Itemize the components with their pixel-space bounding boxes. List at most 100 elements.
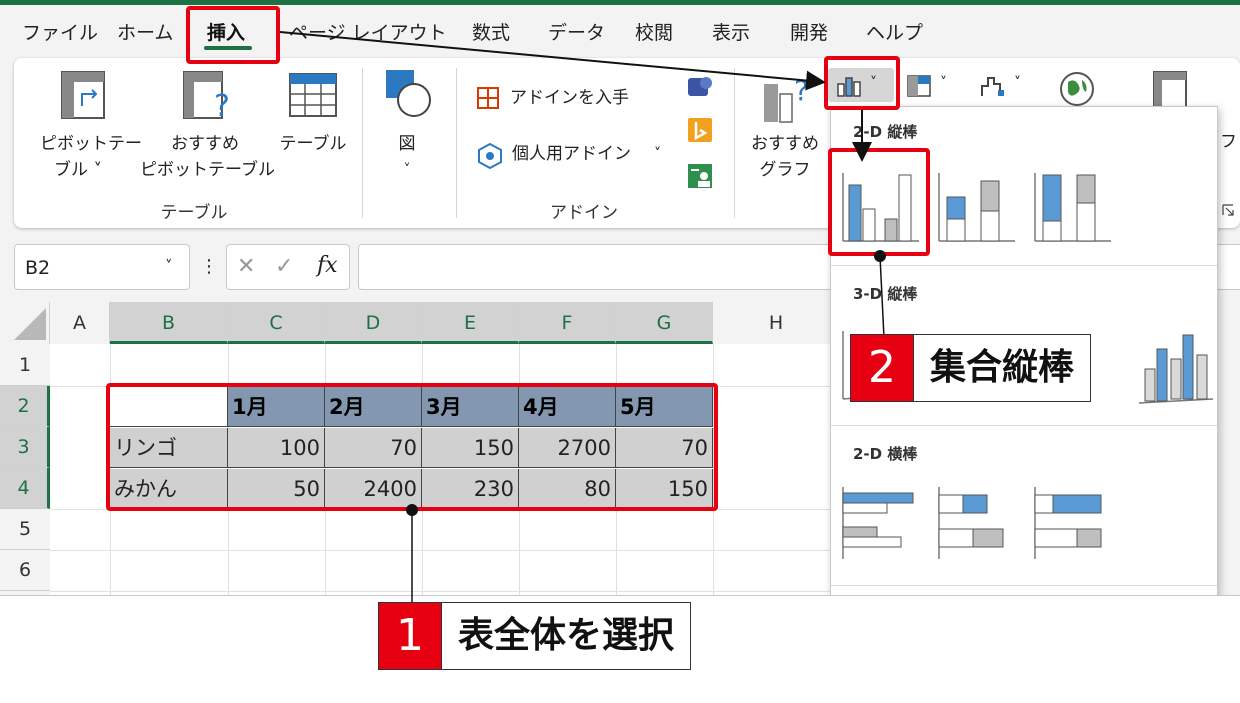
table-cell[interactable]: 150 [616, 469, 713, 509]
chevron-down-icon: ˅ [1014, 75, 1021, 91]
more-options-icon[interactable]: ⋮ [200, 256, 218, 277]
tab-view[interactable]: 表示 [712, 18, 750, 45]
table-cell-b2[interactable] [110, 387, 228, 427]
my-addins-button[interactable]: 個人用アドイン ˅ [476, 138, 676, 172]
table-row-label[interactable]: リンゴ [110, 428, 228, 468]
chevron-down-icon[interactable]: ˅ [165, 257, 173, 275]
column-header-h[interactable]: H [713, 302, 840, 344]
dropdown-divider [831, 425, 1217, 426]
bing-icon[interactable] [686, 116, 714, 144]
name-box-value: B2 [25, 257, 51, 279]
shapes-icon [386, 70, 431, 117]
column-header-f[interactable]: F [519, 302, 616, 344]
tab-formulas[interactable]: 数式 [472, 18, 510, 45]
group-label-tables: テーブル [160, 203, 228, 223]
table-row-label[interactable]: みかん [110, 469, 228, 509]
cancel-icon[interactable]: ✕ [237, 254, 255, 279]
ribbon-partial-label: フ [1220, 132, 1237, 152]
recommended-pivot-label-1: おすすめ [171, 134, 239, 154]
3d-column-option[interactable] [1137, 329, 1215, 405]
store-icon [477, 87, 499, 109]
table-button[interactable]: テーブル [276, 66, 350, 186]
dialog-launcher-icon[interactable] [1222, 204, 1234, 216]
illustrations-label: 図 [398, 134, 416, 154]
table-header-cell[interactable]: 1月 [228, 387, 325, 427]
dropdown-divider [831, 265, 1217, 266]
tab-developer[interactable]: 開発 [790, 18, 828, 45]
column-header-e[interactable]: E [422, 302, 519, 344]
stacked-bar-option[interactable] [937, 485, 1017, 561]
waterfall-chart-icon [981, 77, 1004, 96]
addins-hex-icon [478, 142, 502, 170]
pivot-table-button[interactable]: ピボットテー ブル ˅ [24, 66, 142, 186]
clustered-bar-option[interactable] [841, 485, 921, 561]
table-cell[interactable]: 70 [616, 428, 713, 468]
table-cell[interactable]: 2400 [325, 469, 422, 509]
table-cell[interactable]: 70 [325, 428, 422, 468]
pivot-table-label-1: ピボットテー [40, 134, 142, 154]
insert-waterfall-chart-button[interactable]: ˅ [974, 68, 1036, 102]
recommended-charts-button[interactable]: ? おすすめ グラフ [744, 66, 826, 186]
table-cell[interactable]: 100 [228, 428, 325, 468]
table-header-cell[interactable]: 4月 [519, 387, 616, 427]
column-chart-icon [837, 77, 861, 97]
column-header-d[interactable]: D [325, 302, 422, 344]
stacked-column-option[interactable] [937, 163, 1017, 243]
tab-file[interactable]: ファイル [22, 18, 98, 45]
excel-window: ファイル ホーム 挿入 ページ レイアウト 数式 データ 校閲 表示 開発 ヘル… [0, 0, 1240, 596]
row-header-4[interactable]: 4 [0, 468, 50, 509]
tab-insert[interactable]: 挿入 [207, 18, 245, 45]
people-graph-icon[interactable] [686, 162, 714, 190]
table-cell[interactable]: 150 [422, 428, 519, 468]
pivot-table-label-2: ブル ˅ [54, 160, 102, 180]
enter-icon[interactable]: ✓ [275, 254, 293, 279]
column-header-a[interactable]: A [50, 302, 110, 344]
select-all-corner[interactable] [0, 302, 50, 344]
recommended-pivot-icon: ? [183, 71, 230, 122]
step1-text: 表全体を選択 [441, 603, 690, 669]
tab-page-layout[interactable]: ページ レイアウト [289, 18, 447, 45]
my-addins-label: 個人用アドイン [512, 144, 631, 164]
percent-stacked-column-option[interactable] [1033, 163, 1113, 243]
tab-review[interactable]: 校閲 [635, 18, 673, 45]
tab-home[interactable]: ホーム [117, 18, 173, 45]
row-header-6[interactable]: 6 [0, 550, 50, 591]
percent-stacked-bar-option[interactable] [1033, 485, 1113, 561]
table-cell[interactable]: 50 [228, 469, 325, 509]
name-box[interactable]: B2 ˅ [14, 244, 190, 290]
clustered-column-option[interactable] [841, 163, 921, 243]
maps-globe-icon[interactable] [1058, 70, 1096, 108]
row-header-2[interactable]: 2 [0, 386, 50, 427]
section-heading-2d-bar: 2-D 横棒 [853, 445, 918, 463]
recommended-pivot-button[interactable]: ? おすすめ ピボットテーブル [140, 66, 275, 186]
table-header-cell[interactable]: 5月 [616, 387, 713, 427]
table-cell[interactable]: 230 [422, 469, 519, 509]
chevron-down-icon: ˅ [870, 75, 877, 91]
insert-function-icon[interactable]: fx [317, 253, 338, 278]
insert-hierarchy-chart-button[interactable]: ˅ [900, 68, 962, 102]
visio-icon[interactable] [686, 74, 714, 100]
column-header-b[interactable]: B [110, 302, 228, 344]
recommended-pivot-label-2: ピボットテーブル [140, 160, 275, 180]
tab-data[interactable]: データ [548, 18, 605, 45]
row-header-5[interactable]: 5 [0, 509, 50, 550]
row-header-1[interactable]: 1 [0, 344, 50, 386]
illustrations-button[interactable]: 図 ˅ [376, 66, 438, 186]
get-addins-button[interactable]: アドインを入手 [476, 82, 656, 116]
row-header-3[interactable]: 3 [0, 427, 50, 468]
column-header-c[interactable]: C [228, 302, 325, 344]
table-header-cell[interactable]: 2月 [325, 387, 422, 427]
table-header-cell[interactable]: 3月 [422, 387, 519, 427]
recommended-charts-label-2: グラフ [759, 160, 811, 180]
column-header-g[interactable]: G [616, 302, 713, 344]
table-cell[interactable]: 80 [519, 469, 616, 509]
illustrations-dropdown-arrow: ˅ [403, 162, 411, 178]
tab-help[interactable]: ヘルプ [866, 18, 923, 45]
hierarchy-chart-icon [907, 75, 931, 97]
step1-callout: 1 表全体を選択 [378, 602, 692, 670]
insert-column-chart-button[interactable]: ˅ [828, 68, 894, 102]
table-cell[interactable]: 2700 [519, 428, 616, 468]
table-label: テーブル [279, 134, 347, 154]
3d-clustered-column-option[interactable] [841, 323, 921, 403]
formula-actions: ✕ ✓ fx [226, 244, 350, 290]
